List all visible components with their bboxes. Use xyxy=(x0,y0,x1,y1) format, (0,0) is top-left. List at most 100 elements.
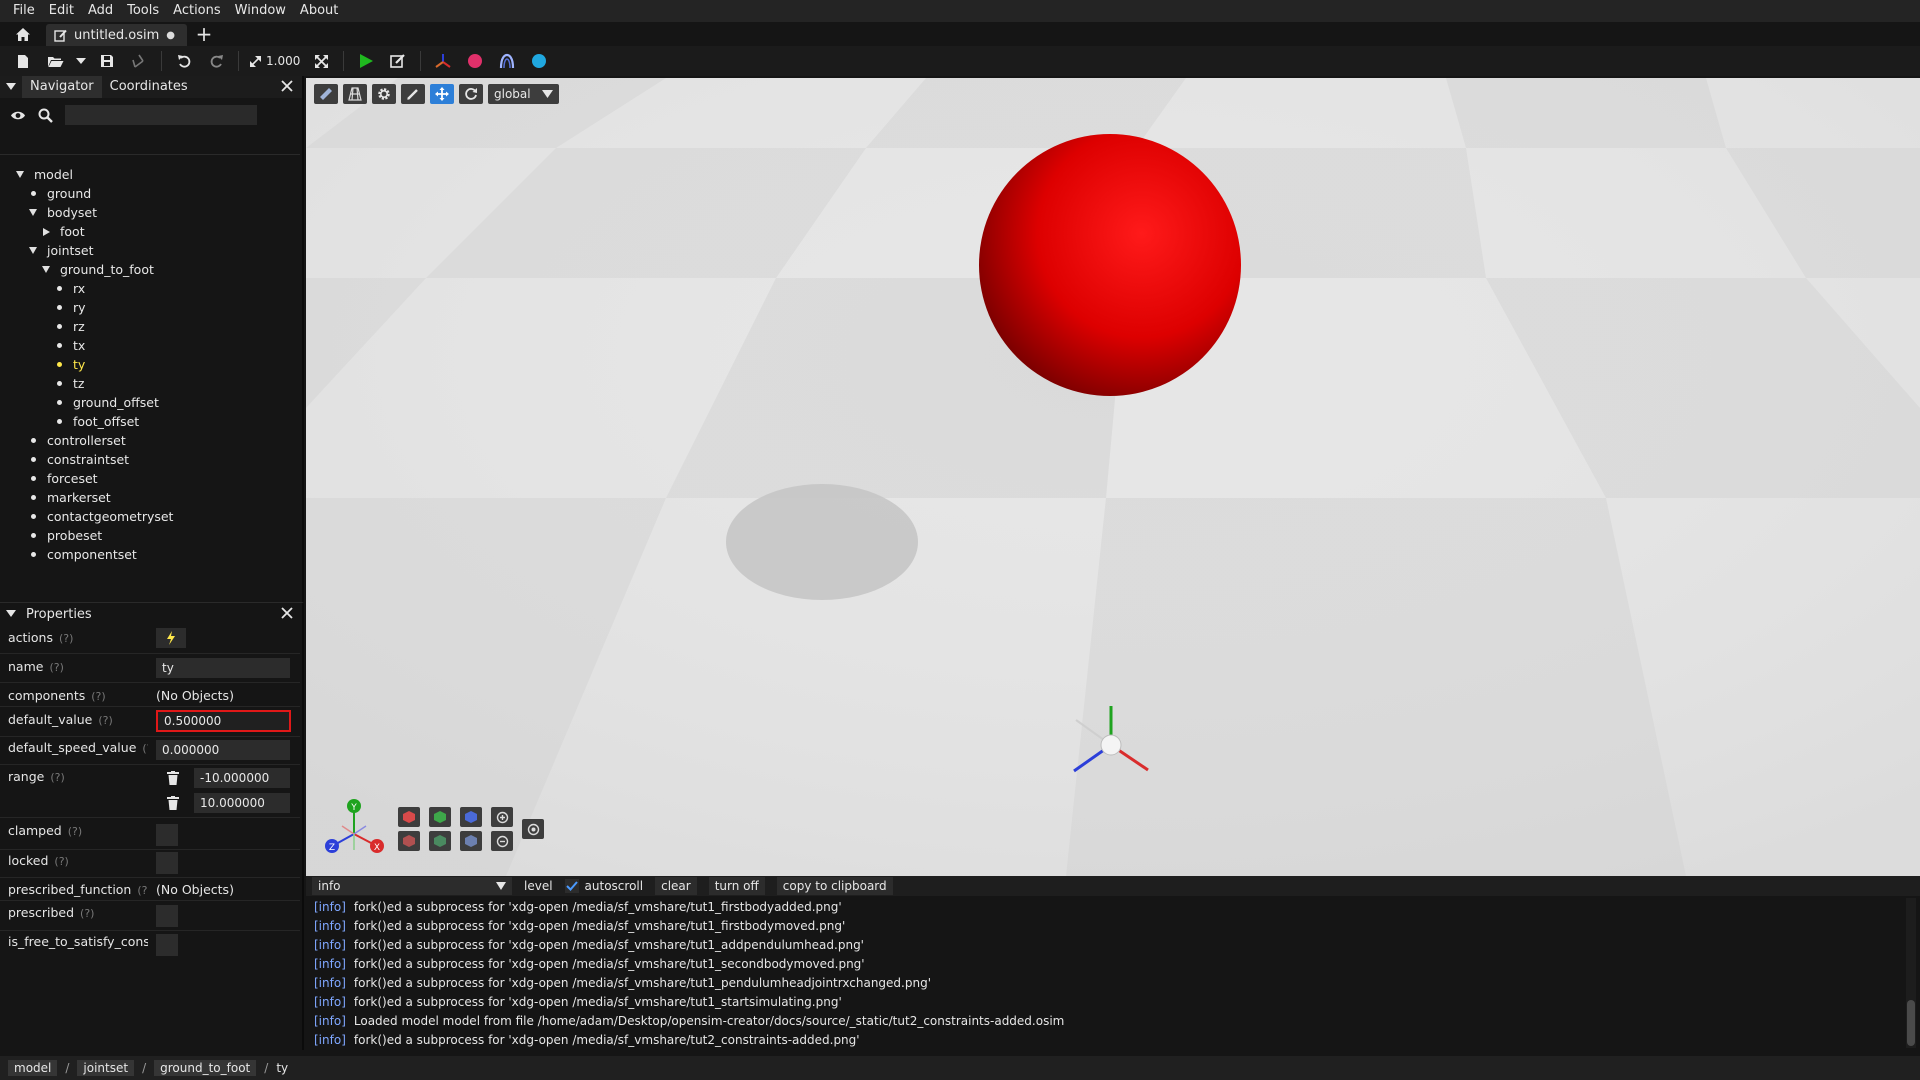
tree-item[interactable]: probeset xyxy=(0,526,300,545)
tree-item[interactable]: ty xyxy=(0,355,300,374)
open-file-button[interactable] xyxy=(40,48,70,74)
grid-button[interactable] xyxy=(343,84,367,104)
tree-item[interactable]: forceset xyxy=(0,469,300,488)
navigator-search-input[interactable] xyxy=(65,105,257,125)
log-level-select[interactable]: info xyxy=(312,877,512,895)
scene-settings-button[interactable] xyxy=(372,84,396,104)
tab-navigator[interactable]: Navigator xyxy=(22,76,102,98)
menu-window[interactable]: Window xyxy=(228,0,293,22)
orientation-gizmo[interactable]: Y X Z xyxy=(316,790,396,870)
menu-file[interactable]: File xyxy=(6,0,42,22)
collapse-icon[interactable] xyxy=(6,83,16,91)
rotate-gizmo-button[interactable] xyxy=(459,84,483,104)
menu-actions[interactable]: Actions xyxy=(166,0,228,22)
default-speed-value-input[interactable] xyxy=(156,740,290,760)
3d-viewport[interactable]: global Y X Z xyxy=(306,78,1920,876)
collapse-icon[interactable] xyxy=(6,610,16,618)
breadcrumb-ground-to-foot[interactable]: ground_to_foot xyxy=(154,1060,257,1076)
frame-select[interactable]: global xyxy=(488,84,559,104)
close-icon[interactable] xyxy=(280,79,294,93)
tree-item[interactable]: bodyset xyxy=(0,203,300,222)
expanded-triangle-icon[interactable] xyxy=(40,266,52,273)
autoscale-button[interactable] xyxy=(306,48,336,74)
new-file-button[interactable] xyxy=(8,48,38,74)
zoom-out-button[interactable] xyxy=(491,831,513,851)
add-tab-button[interactable]: + xyxy=(187,22,221,46)
log-scrollbar-thumb[interactable] xyxy=(1907,1000,1915,1046)
tree-item[interactable]: ground xyxy=(0,184,300,203)
log-scrollbar[interactable] xyxy=(1906,898,1916,1048)
breadcrumb-model[interactable]: model xyxy=(8,1060,58,1076)
undo-button[interactable] xyxy=(169,48,199,74)
scale-factor-value[interactable]: 1.000 xyxy=(266,54,300,68)
show-contact-geometry-button[interactable] xyxy=(524,48,554,74)
delete-range-min-button[interactable] xyxy=(162,768,184,788)
tree-item[interactable]: controllerset xyxy=(0,431,300,450)
view-plus-z-button[interactable] xyxy=(460,807,482,827)
default-value-input[interactable] xyxy=(156,710,291,732)
autoscroll-checkbox[interactable] xyxy=(564,879,579,893)
tree-item[interactable]: ground_offset xyxy=(0,393,300,412)
view-minus-y-button[interactable] xyxy=(429,831,451,851)
tree-item[interactable]: rz xyxy=(0,317,300,336)
breadcrumb-jointset[interactable]: jointset xyxy=(77,1060,135,1076)
copy-to-clipboard-button[interactable]: copy to clipboard xyxy=(776,877,893,895)
scale-factor-button[interactable] xyxy=(246,48,264,74)
tree-item[interactable]: contactgeometryset xyxy=(0,507,300,526)
locked-checkbox[interactable] xyxy=(156,852,178,874)
range-max-input[interactable] xyxy=(194,793,290,813)
turn-off-log-button[interactable]: turn off xyxy=(708,877,765,895)
clamped-checkbox[interactable] xyxy=(156,824,178,846)
tab-coordinates[interactable]: Coordinates xyxy=(102,76,196,98)
reload-button[interactable] xyxy=(124,48,154,74)
measure-button[interactable] xyxy=(401,84,425,104)
view-plus-y-button[interactable] xyxy=(429,807,451,827)
tree-item[interactable]: foot xyxy=(0,222,300,241)
menu-edit[interactable]: Edit xyxy=(42,0,81,22)
tree-item[interactable]: foot_offset xyxy=(0,412,300,431)
edit-simulation-settings-button[interactable] xyxy=(383,48,413,74)
view-minus-z-button[interactable] xyxy=(460,831,482,851)
tree-item[interactable]: ground_to_foot xyxy=(0,260,300,279)
simulate-button[interactable] xyxy=(351,48,381,74)
tree-item[interactable]: rx xyxy=(0,279,300,298)
close-icon[interactable] xyxy=(280,606,294,620)
name-input[interactable] xyxy=(156,658,290,678)
home-tab[interactable] xyxy=(0,22,46,46)
view-minus-x-button[interactable] xyxy=(398,831,420,851)
menu-add[interactable]: Add xyxy=(81,0,120,22)
ruler-button[interactable] xyxy=(314,84,338,104)
menu-about[interactable]: About xyxy=(293,0,345,22)
delete-range-max-button[interactable] xyxy=(162,793,184,813)
tab-document[interactable]: untitled.osim ● xyxy=(46,24,188,46)
is-free-checkbox[interactable] xyxy=(156,934,178,956)
tree-item[interactable]: markerset xyxy=(0,488,300,507)
tree-item[interactable]: ry xyxy=(0,298,300,317)
tree-item[interactable]: constraintset xyxy=(0,450,300,469)
translate-gizmo-button[interactable] xyxy=(430,84,454,104)
save-button[interactable] xyxy=(92,48,122,74)
reset-camera-button[interactable] xyxy=(522,819,544,839)
show-markers-button[interactable] xyxy=(460,48,490,74)
clear-log-button[interactable]: clear xyxy=(655,877,697,895)
tree-item[interactable]: jointset xyxy=(0,241,300,260)
view-plus-x-button[interactable] xyxy=(398,807,420,827)
tree-item[interactable]: model xyxy=(0,165,300,184)
actions-button[interactable] xyxy=(156,628,186,648)
tree-item[interactable]: componentset xyxy=(0,545,300,564)
tree-item[interactable]: tz xyxy=(0,374,300,393)
redo-button[interactable] xyxy=(201,48,231,74)
menu-tools[interactable]: Tools xyxy=(120,0,166,22)
prescribed-checkbox[interactable] xyxy=(156,905,178,927)
range-min-input[interactable] xyxy=(194,768,290,788)
show-frames-button[interactable] xyxy=(428,48,458,74)
recent-files-dropdown[interactable] xyxy=(72,48,90,74)
expanded-triangle-icon[interactable] xyxy=(14,171,26,178)
red-sphere[interactable] xyxy=(979,134,1241,396)
collapsed-triangle-icon[interactable] xyxy=(40,227,52,236)
tree-item[interactable]: tx xyxy=(0,336,300,355)
show-wrap-geometry-button[interactable] xyxy=(492,48,522,74)
zoom-in-button[interactable] xyxy=(491,807,513,827)
expanded-triangle-icon[interactable] xyxy=(27,247,39,254)
expanded-triangle-icon[interactable] xyxy=(27,209,39,216)
